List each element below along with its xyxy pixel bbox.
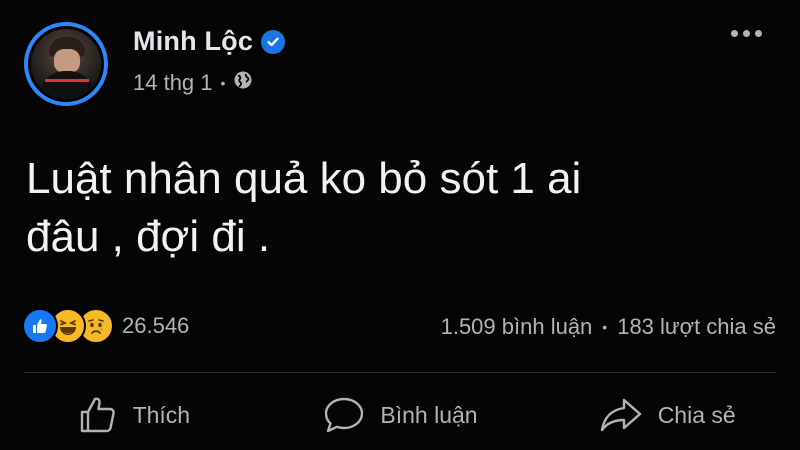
- like-icon: [22, 308, 58, 344]
- post-meta: 14 thg 1 •: [133, 70, 253, 96]
- action-bar: Thích Bình luận Chia sẻ: [0, 380, 800, 450]
- author-avatar[interactable]: [24, 22, 108, 106]
- comment-label: Bình luận: [380, 401, 478, 428]
- like-button[interactable]: Thích: [0, 380, 267, 450]
- comment-count[interactable]: 1.509 bình luận: [441, 314, 593, 340]
- reactions-summary[interactable]: 26.546: [22, 308, 189, 344]
- comment-icon: [322, 395, 366, 435]
- share-count[interactable]: 183 lượt chia sẻ: [617, 314, 776, 340]
- post-body: Luật nhân quả ko bỏ sót 1 ai đâu , đợi đ…: [26, 150, 746, 266]
- meta-separator: •: [220, 75, 226, 91]
- author-row: Minh Lộc: [133, 26, 286, 57]
- post-text-line: Luật nhân quả ko bỏ sót 1 ai: [26, 154, 582, 203]
- share-label: Chia sẻ: [657, 401, 736, 428]
- divider: [24, 372, 776, 373]
- globe-icon: [233, 70, 253, 96]
- stats-separator: •: [602, 319, 608, 335]
- more-options-icon[interactable]: [731, 30, 762, 37]
- share-button[interactable]: Chia sẻ: [533, 380, 800, 450]
- thumbs-up-icon: [77, 394, 119, 436]
- like-label: Thích: [132, 401, 191, 428]
- post-date[interactable]: 14 thg 1: [133, 70, 213, 96]
- post-text-line: đâu , đợi đi .: [26, 212, 271, 261]
- post-card: Minh Lộc 14 thg 1 • Luật nhân quả ko bỏ …: [0, 0, 800, 450]
- verified-badge-icon: [261, 29, 286, 54]
- share-icon: [598, 395, 644, 435]
- engagement-stats: 1.509 bình luận • 183 lượt chia sẻ: [441, 314, 776, 340]
- author-name[interactable]: Minh Lộc: [133, 26, 253, 57]
- avatar-photo: [31, 29, 101, 99]
- reaction-count: 26.546: [122, 313, 190, 338]
- comment-button[interactable]: Bình luận: [267, 380, 534, 450]
